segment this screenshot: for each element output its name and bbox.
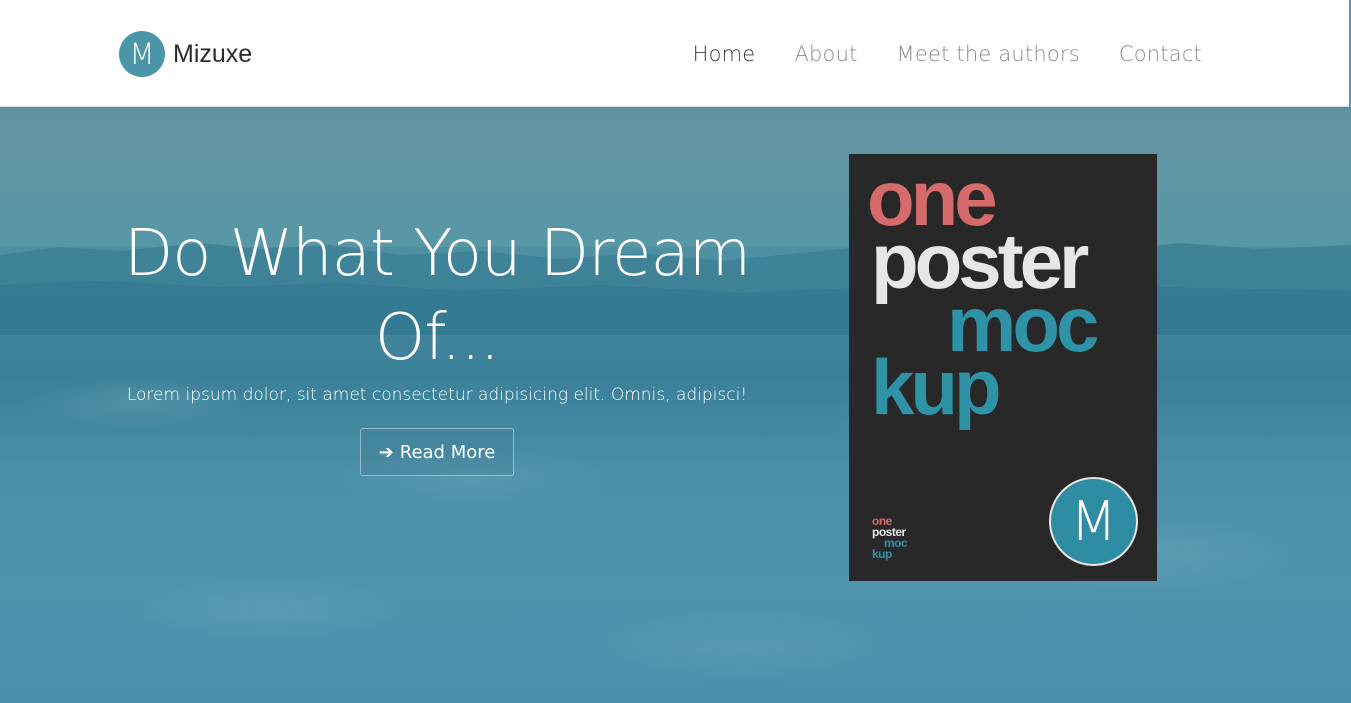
read-more-button[interactable]: ➔ Read More bbox=[360, 428, 514, 476]
navbar: M Mizuxe Home About Meet the authors Con… bbox=[0, 0, 1351, 107]
poster-image: one poster moc kup one poster moc kup M bbox=[849, 154, 1157, 581]
nav-link-contact[interactable]: Contact bbox=[1119, 42, 1202, 66]
brand-name: Mizuxe bbox=[173, 39, 253, 68]
nav-link-about[interactable]: About bbox=[794, 42, 857, 66]
read-more-label: Read More bbox=[399, 441, 496, 463]
nav-links: Home About Meet the authors Contact bbox=[654, 0, 1202, 107]
poster-word-kup: kup bbox=[871, 343, 1002, 431]
hero-title: Do What You Dream Of... bbox=[123, 217, 751, 375]
brand-link[interactable]: M Mizuxe bbox=[119, 31, 252, 77]
brand-logo-icon: M bbox=[119, 31, 165, 77]
hero-section: Do What You Dream Of... Lorem ipsum dolo… bbox=[0, 107, 1351, 703]
nav-link-meet-the-authors[interactable]: Meet the authors bbox=[897, 42, 1080, 66]
nav-link-home[interactable]: Home bbox=[693, 42, 756, 66]
poster-m-logo-icon: M bbox=[1049, 477, 1138, 566]
poster-mini-logo: one poster moc kup bbox=[872, 514, 908, 561]
hero-subtitle: Lorem ipsum dolor, sit amet consectetur … bbox=[126, 385, 748, 405]
arrow-right-icon: ➔ bbox=[378, 441, 394, 463]
